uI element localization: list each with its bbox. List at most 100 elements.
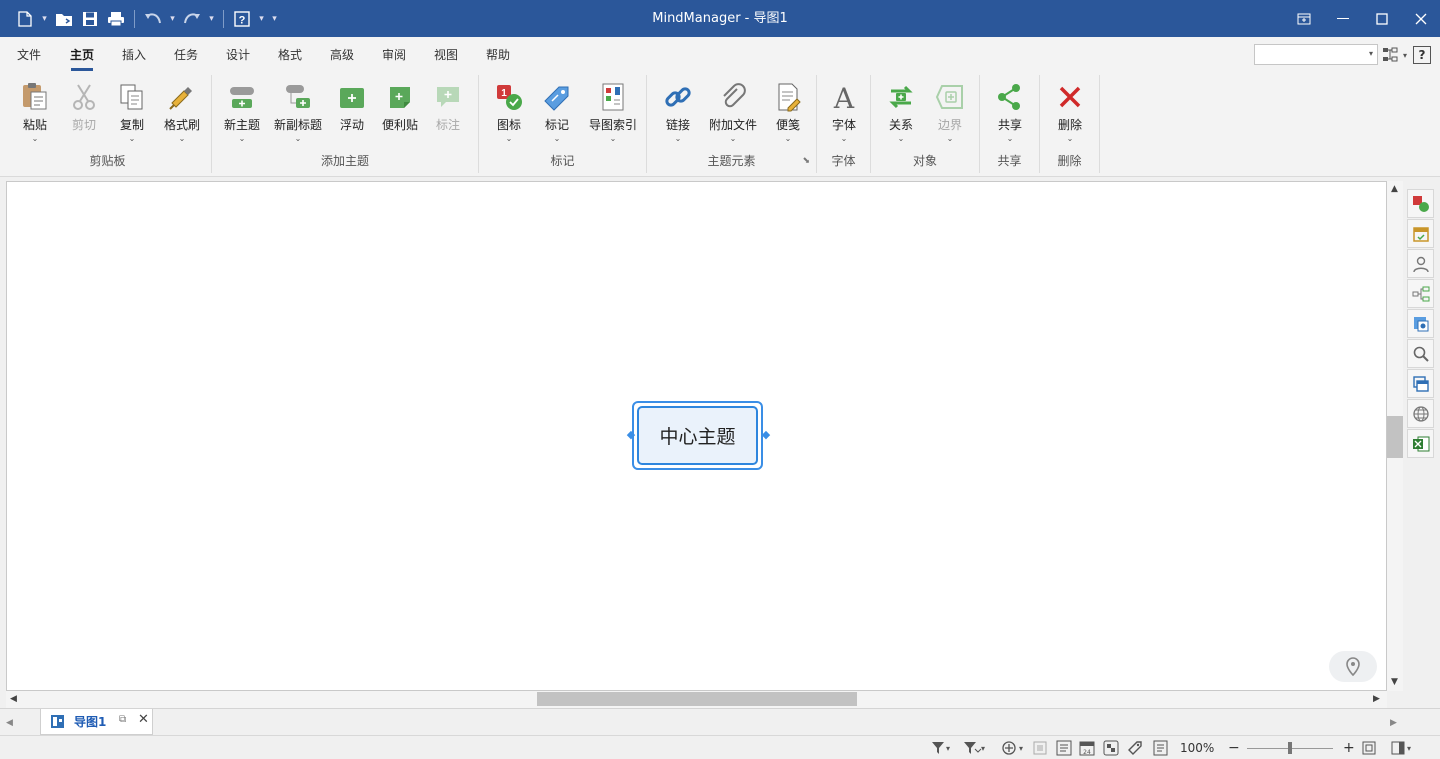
fit-map-icon[interactable]: [1362, 740, 1376, 756]
undo-icon[interactable]: [142, 8, 164, 30]
location-pin-icon[interactable]: [1329, 651, 1377, 682]
tab-home[interactable]: 主页: [69, 46, 95, 71]
zoom-in-icon[interactable]: +: [1343, 740, 1355, 756]
tab-design[interactable]: 设计: [225, 46, 251, 66]
icons-panel-icon[interactable]: [1407, 189, 1434, 218]
new-dropdown-icon[interactable]: ▾: [40, 14, 49, 24]
undo-dropdown-icon[interactable]: ▾: [168, 14, 177, 24]
tab-advanced[interactable]: 高级: [329, 46, 355, 66]
share-button[interactable]: 共享 ⌄: [988, 81, 1032, 145]
scroll-up-icon[interactable]: ▲: [1391, 184, 1398, 194]
tab-help[interactable]: 帮助: [485, 46, 511, 66]
library-icon[interactable]: [1407, 309, 1434, 338]
relationship-button[interactable]: 关系 ⌄: [879, 81, 923, 145]
scroll-left-icon[interactable]: ◀: [10, 694, 17, 704]
resources-panel-icon[interactable]: [1407, 249, 1434, 278]
font-button[interactable]: A 字体 ⌄: [822, 81, 866, 145]
panel-toggle-icon[interactable]: ▾: [1391, 740, 1413, 756]
scroll-right-icon[interactable]: ▶: [1373, 694, 1380, 704]
excel-icon[interactable]: [1407, 429, 1434, 458]
search-input[interactable]: ▾: [1254, 44, 1378, 65]
redo-icon[interactable]: [181, 8, 203, 30]
copy-button[interactable]: 复制 ⌄: [110, 81, 154, 145]
vertical-scrollbar[interactable]: ▲ ▼: [1387, 181, 1403, 691]
open-folder-icon[interactable]: [53, 8, 75, 30]
topic-elements-group: 链接 ⌄ 附加文件 ⌄ 便笺 ⌄ 主题元素 ⬊: [647, 75, 817, 173]
sticky-note-button[interactable]: 便利贴: [378, 81, 422, 133]
add-topic-left-handle[interactable]: ◆: [625, 428, 637, 442]
new-topic-button[interactable]: 新主题 ⌄: [220, 81, 264, 145]
relationship-icon: [885, 81, 917, 113]
help-icon[interactable]: ?: [231, 8, 253, 30]
horizontal-scrollbar[interactable]: ◀ ▶: [6, 691, 1387, 708]
icons-button[interactable]: 1 图标 ⌄: [487, 81, 531, 145]
cut-button[interactable]: 剪切: [62, 81, 106, 133]
task-panel-icon[interactable]: [1407, 219, 1434, 248]
tab-task[interactable]: 任务: [173, 46, 199, 66]
search-icon[interactable]: [1407, 339, 1434, 368]
ribbon-display-options-icon[interactable]: [1284, 0, 1323, 37]
customize-qat-icon[interactable]: ▾: [270, 14, 279, 24]
paste-button[interactable]: 粘贴 ⌄: [12, 81, 58, 145]
map-layout-icon[interactable]: ▾: [1381, 45, 1407, 65]
notes-view-icon[interactable]: [1153, 740, 1169, 756]
chevron-down-icon: ⌄: [729, 134, 737, 143]
save-icon[interactable]: [79, 8, 101, 30]
zoom-out-icon[interactable]: −: [1228, 740, 1240, 756]
callout-button[interactable]: 标注: [426, 81, 470, 133]
vertical-scroll-thumb[interactable]: [1387, 416, 1403, 458]
chevron-down-icon[interactable]: ▾: [1369, 49, 1373, 58]
tab-format[interactable]: 格式: [277, 46, 303, 66]
attachment-button[interactable]: 附加文件 ⌄: [704, 81, 762, 145]
svg-text:▾: ▾: [1407, 744, 1411, 753]
new-document-icon[interactable]: [14, 8, 36, 30]
boundary-button[interactable]: 边界 ⌄: [928, 81, 972, 145]
add-topic-right-handle[interactable]: ◆: [760, 428, 772, 442]
close-icon[interactable]: [1401, 0, 1440, 37]
focus-icon[interactable]: [1033, 740, 1047, 756]
format-painter-button[interactable]: 格式刷 ⌄: [158, 81, 206, 145]
tag-view-icon[interactable]: [1127, 740, 1143, 756]
map-index-button[interactable]: 导图索引 ⌄: [583, 81, 643, 145]
tab-file[interactable]: 文件: [16, 46, 42, 66]
scroll-down-icon[interactable]: ▼: [1391, 677, 1398, 687]
central-topic-selection[interactable]: 中心主题 ◆ ◆: [627, 401, 770, 470]
link-button[interactable]: 链接 ⌄: [656, 81, 700, 145]
tab-document-1[interactable]: 导图1 ⧉ ✕: [40, 709, 153, 735]
svg-text:▾: ▾: [946, 744, 950, 753]
floating-topic-button[interactable]: 浮动: [330, 81, 374, 133]
help-icon[interactable]: ?: [1413, 46, 1431, 64]
tab-view[interactable]: 视图: [433, 46, 459, 66]
filter-options-icon[interactable]: ▾: [963, 740, 987, 756]
restore-icon[interactable]: ⧉: [119, 714, 126, 725]
tabs-scroll-left-icon[interactable]: ◀: [6, 718, 13, 728]
outline-view-icon[interactable]: [1056, 740, 1072, 756]
chevron-down-icon: ⌄: [946, 134, 954, 143]
browser-icon[interactable]: [1407, 369, 1434, 398]
layout-view-icon[interactable]: [1103, 740, 1119, 756]
tab-review[interactable]: 审阅: [381, 46, 407, 66]
calendar-icon[interactable]: 24: [1079, 740, 1095, 756]
minimize-icon[interactable]: [1323, 0, 1362, 37]
tabs-scroll-right-icon[interactable]: ▶: [1390, 718, 1397, 728]
chevron-down-icon: ⌄: [238, 134, 246, 143]
close-tab-icon[interactable]: ✕: [138, 712, 149, 727]
tab-insert[interactable]: 插入: [121, 46, 147, 66]
new-subtopic-button[interactable]: 新副标题 ⌄: [270, 81, 326, 145]
dialog-launcher-icon[interactable]: ⬊: [802, 156, 810, 166]
tags-button[interactable]: 标记 ⌄: [535, 81, 579, 145]
notes-button[interactable]: 便笺 ⌄: [766, 81, 810, 145]
help-dropdown-icon[interactable]: ▾: [257, 14, 266, 24]
horizontal-scroll-thumb[interactable]: [537, 692, 857, 706]
redo-dropdown-icon[interactable]: ▾: [207, 14, 216, 24]
boundary-icon: [934, 81, 966, 113]
print-icon[interactable]: [105, 8, 127, 30]
central-topic[interactable]: 中心主题: [637, 406, 758, 465]
delete-button[interactable]: 删除 ⌄: [1048, 81, 1092, 145]
web-icon[interactable]: [1407, 399, 1434, 428]
zoom-slider-thumb[interactable]: [1288, 742, 1292, 754]
add-topic-status-icon[interactable]: ▾: [1002, 740, 1028, 756]
filter-icon[interactable]: ▾: [931, 740, 953, 756]
map-parts-icon[interactable]: [1407, 279, 1434, 308]
maximize-icon[interactable]: [1362, 0, 1401, 37]
